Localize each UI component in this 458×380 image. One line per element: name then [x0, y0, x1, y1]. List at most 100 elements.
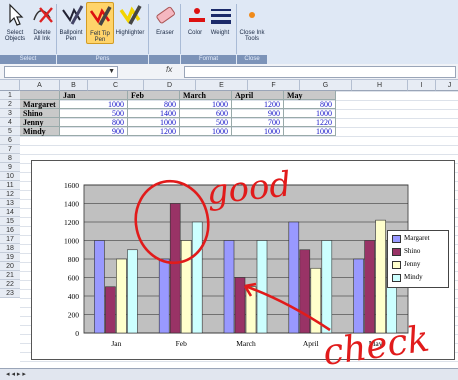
row-header-12[interactable]: 12 — [0, 190, 20, 199]
column-header-h[interactable]: H — [352, 80, 408, 91]
bar-shino-april — [299, 249, 311, 334]
table-value-cell[interactable]: 800 — [128, 100, 180, 109]
eraser-button[interactable]: Eraser — [152, 2, 178, 36]
row-header-17[interactable]: 17 — [0, 235, 20, 244]
function-icon[interactable]: fx — [166, 65, 172, 74]
column-header-f[interactable]: F — [248, 80, 300, 91]
column-header-c[interactable]: C — [88, 80, 144, 91]
tab-scroll-arrows[interactable]: ◂ ◂ ▸ ▸ — [0, 371, 26, 378]
y-tick-label: 600 — [68, 274, 80, 283]
column-header-b[interactable]: B — [60, 80, 88, 91]
column-header-j[interactable]: J — [436, 80, 458, 91]
ballpoint-pen-button[interactable]: Ballpoint Pen — [58, 2, 84, 42]
column-header-e[interactable]: E — [196, 80, 248, 91]
row-header-22[interactable]: 22 — [0, 280, 20, 289]
row-header-7[interactable]: 7 — [0, 145, 20, 154]
row-header-23[interactable]: 23 — [0, 289, 20, 298]
row-header-4[interactable]: 4 — [0, 118, 20, 127]
row-header-16[interactable]: 16 — [0, 226, 20, 235]
table-value-cell[interactable]: 1200 — [128, 127, 180, 136]
y-tick-label: 400 — [68, 292, 80, 301]
row-header-10[interactable]: 10 — [0, 172, 20, 181]
row-header-11[interactable]: 11 — [0, 181, 20, 190]
table-name-cell[interactable]: Margaret — [20, 100, 60, 109]
row-header-20[interactable]: 20 — [0, 262, 20, 271]
table-value-cell[interactable]: 1000 — [128, 118, 180, 127]
chart-legend[interactable]: Margaret Shino Jenny Mindy — [387, 230, 449, 288]
select-objects-button[interactable]: Select Objects — [2, 2, 28, 42]
group-label-format: Format — [181, 55, 236, 64]
group-label-select: Select — [0, 55, 56, 64]
row-header-15[interactable]: 15 — [0, 217, 20, 226]
row-header-21[interactable]: 21 — [0, 271, 20, 280]
name-box[interactable]: ▼ — [4, 66, 118, 78]
highlighter-button[interactable]: Highlighter — [114, 2, 146, 36]
legend-swatch — [392, 274, 401, 282]
table-corner-cell[interactable] — [20, 91, 60, 100]
table-header-cell[interactable]: April — [232, 91, 284, 100]
table-value-cell[interactable]: 1000 — [180, 127, 232, 136]
delete-all-ink-button[interactable]: Delete All Ink — [30, 2, 54, 42]
close-ink-tools-button[interactable]: Close Ink Tools — [238, 2, 266, 42]
y-tick-label: 0 — [75, 329, 79, 338]
y-tick-label: 1000 — [64, 237, 79, 246]
select-all-corner[interactable] — [0, 80, 20, 91]
row-header-5[interactable]: 5 — [0, 127, 20, 136]
weight-button[interactable]: Weight — [208, 2, 232, 36]
ribbon-separator — [180, 4, 181, 54]
row-header-9[interactable]: 9 — [0, 163, 20, 172]
table-value-cell[interactable]: 1000 — [232, 127, 284, 136]
table-header-cell[interactable]: May — [284, 91, 336, 100]
table-value-cell[interactable]: 900 — [232, 109, 284, 118]
row-header-13[interactable]: 13 — [0, 199, 20, 208]
row-header-8[interactable]: 8 — [0, 154, 20, 163]
table-header-cell[interactable]: Feb — [128, 91, 180, 100]
column-header-a[interactable]: A — [20, 80, 60, 91]
table-value-cell[interactable]: 800 — [60, 118, 128, 127]
table-value-cell[interactable]: 1400 — [128, 109, 180, 118]
row-header-19[interactable]: 19 — [0, 253, 20, 262]
table-value-cell[interactable]: 1000 — [180, 100, 232, 109]
table-value-cell[interactable]: 1000 — [284, 109, 336, 118]
row-header-3[interactable]: 3 — [0, 109, 20, 118]
table-value-cell[interactable]: 1000 — [284, 127, 336, 136]
column-header-d[interactable]: D — [144, 80, 196, 91]
bar-margaret-feb — [158, 258, 170, 334]
chevron-down-icon[interactable]: ▼ — [108, 67, 115, 77]
table-value-cell[interactable]: 500 — [60, 109, 128, 118]
row-header-14[interactable]: 14 — [0, 208, 20, 217]
table-value-cell[interactable]: 700 — [232, 118, 284, 127]
row-header-6[interactable]: 6 — [0, 136, 20, 145]
table-name-cell[interactable]: Jenny — [20, 118, 60, 127]
legend-swatch — [392, 261, 401, 269]
column-header-i[interactable]: I — [408, 80, 436, 91]
table-value-cell[interactable]: 500 — [180, 118, 232, 127]
formula-input[interactable] — [184, 66, 456, 78]
bar-shino-jan — [105, 286, 116, 334]
row-header-1[interactable]: 1 — [0, 91, 20, 100]
ballpoint-pen-icon — [58, 2, 84, 28]
table-value-cell[interactable]: 900 — [60, 127, 128, 136]
bar-jenny-jan — [116, 258, 127, 334]
bar-jenny-feb — [180, 240, 192, 334]
table-value-cell[interactable]: 800 — [284, 100, 336, 109]
x-tick-label: April — [303, 339, 319, 348]
felt-tip-pen-button[interactable]: Felt Tip Pen — [86, 2, 114, 44]
table-name-cell[interactable]: Shino — [20, 109, 60, 118]
bar-jenny-march — [245, 286, 257, 334]
table-value-cell[interactable]: 1220 — [284, 118, 336, 127]
table-header-cell[interactable]: Jan — [60, 91, 128, 100]
bar-mindy-feb — [191, 221, 203, 334]
row-header-18[interactable]: 18 — [0, 244, 20, 253]
table-value-cell[interactable]: 1000 — [60, 100, 128, 109]
row-header-2[interactable]: 2 — [0, 100, 20, 109]
table-value-cell[interactable]: 1200 — [232, 100, 284, 109]
sheet-tab-bar[interactable]: ◂ ◂ ▸ ▸ — [0, 368, 458, 380]
felt-tip-pen-icon — [87, 3, 113, 29]
table-name-cell[interactable]: Mindy — [20, 127, 60, 136]
bar-margaret-march — [223, 240, 235, 334]
column-header-g[interactable]: G — [300, 80, 352, 91]
color-button[interactable]: Color — [184, 2, 206, 36]
table-header-cell[interactable]: March — [180, 91, 232, 100]
table-value-cell[interactable]: 600 — [180, 109, 232, 118]
